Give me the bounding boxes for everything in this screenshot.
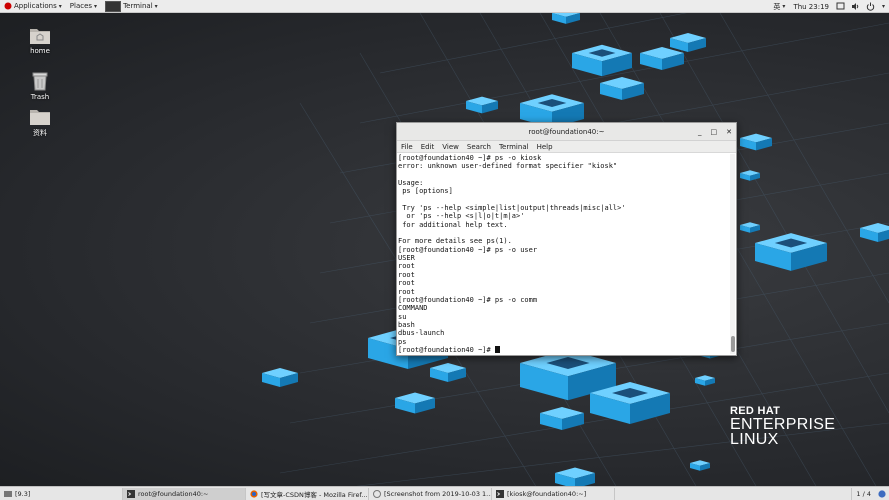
logo-line: LINUX bbox=[730, 431, 779, 448]
close-icon[interactable]: ✕ bbox=[726, 128, 732, 136]
terminal-icon bbox=[127, 489, 135, 498]
terminal-line: [root@foundation40 ~]# ps -o kiosk bbox=[398, 154, 542, 162]
terminal-prompt: [root@foundation40 ~]# bbox=[398, 345, 495, 354]
terminal-prompt-line: [root@foundation40 ~]# bbox=[398, 345, 728, 354]
active-app-menu[interactable]: Terminal ▾ bbox=[101, 0, 162, 13]
terminal-line: root bbox=[398, 279, 415, 288]
system-menu[interactable]: ▾ bbox=[878, 0, 889, 13]
chevron-down-icon: ▾ bbox=[881, 3, 885, 10]
top-panel: Applications ▾ Places ▾ Terminal ▾ 英 ▾ T… bbox=[0, 0, 889, 13]
applications-label: Applications bbox=[14, 2, 57, 10]
chevron-down-icon: ▾ bbox=[58, 2, 62, 10]
taskbar-item-label: [9.3] bbox=[15, 489, 31, 498]
terminal-line: Try 'ps --help <simple|list|output|threa… bbox=[398, 204, 626, 213]
taskbar-item[interactable]: root@foundation40:~ bbox=[123, 487, 246, 500]
window-list-panel: [9.3] root@foundation40:~ [写文章-CSDN博客 - … bbox=[0, 486, 889, 500]
menu-terminal[interactable]: Terminal bbox=[499, 143, 529, 151]
menu-edit[interactable]: Edit bbox=[421, 143, 435, 151]
screenshot-icon bbox=[373, 489, 381, 498]
taskbar-item[interactable]: [Screenshot from 2019-10-03 1... bbox=[369, 487, 492, 500]
taskbar-item-label: [kiosk@foundation40:~] bbox=[507, 489, 587, 498]
home-folder-icon bbox=[30, 29, 50, 44]
terminal-icon bbox=[496, 489, 504, 498]
minimize-icon[interactable]: _ bbox=[698, 128, 702, 136]
terminal-line: COMMAND bbox=[398, 304, 428, 313]
redhat-icon bbox=[4, 2, 12, 10]
desktop-icon-folder[interactable]: 资料 bbox=[20, 108, 60, 138]
clock[interactable]: Thu 23:19 bbox=[789, 0, 833, 13]
taskbar-item[interactable]: [写文章-CSDN博客 - Mozilla Firef... bbox=[246, 487, 369, 500]
workspace-label: 1 / 4 bbox=[856, 489, 871, 498]
places-menu[interactable]: Places ▾ bbox=[66, 0, 101, 13]
volume-icon[interactable] bbox=[851, 2, 860, 11]
menu-search[interactable]: Search bbox=[467, 143, 491, 151]
firefox-icon bbox=[250, 489, 258, 498]
text-cursor bbox=[494, 345, 500, 353]
chevron-down-icon: ▾ bbox=[782, 3, 786, 10]
trash-icon bbox=[32, 72, 48, 91]
notification-button[interactable] bbox=[875, 488, 889, 500]
scrollbar[interactable] bbox=[730, 154, 735, 354]
terminal-menubar: File Edit View Search Terminal Help bbox=[397, 141, 736, 153]
desktop-icon-trash[interactable]: Trash bbox=[20, 71, 60, 101]
terminal-line: ps bbox=[398, 337, 407, 346]
scrollbar-thumb[interactable] bbox=[731, 336, 735, 352]
places-label: Places bbox=[69, 2, 93, 10]
terminal-line: root bbox=[398, 270, 415, 279]
terminal-line: error: unknown user-defined format speci… bbox=[398, 162, 618, 171]
image-viewer-icon bbox=[4, 490, 12, 497]
applications-menu[interactable]: Applications ▾ bbox=[0, 0, 66, 13]
screen-icon[interactable] bbox=[836, 2, 845, 11]
terminal-line: dbus-launch bbox=[398, 329, 445, 338]
terminal-line: For more details see ps(1). bbox=[398, 237, 512, 246]
taskbar-item-label: [Screenshot from 2019-10-03 1... bbox=[384, 489, 492, 498]
taskbar-item[interactable]: [9.3] bbox=[0, 487, 123, 500]
menu-help[interactable]: Help bbox=[537, 143, 553, 151]
terminal-line: ps [options] bbox=[398, 187, 453, 196]
terminal-line: Usage: bbox=[398, 179, 424, 188]
terminal-window[interactable]: root@foundation40:~ _ □ ✕ File Edit View… bbox=[396, 122, 737, 356]
terminal-line: or 'ps --help <s|l|o|t|m|a>' bbox=[398, 212, 525, 221]
maximize-icon[interactable]: □ bbox=[711, 128, 718, 136]
power-icon[interactable] bbox=[866, 2, 875, 11]
terminal-line: root bbox=[398, 262, 415, 271]
clock-label: Thu 23:19 bbox=[793, 2, 829, 11]
window-title: root@foundation40:~ bbox=[528, 127, 605, 136]
terminal-line: [root@foundation40 ~]# ps -o comm bbox=[398, 295, 538, 304]
terminal-line: bash bbox=[398, 320, 415, 329]
desktop-icon-label: Trash bbox=[30, 93, 50, 101]
terminal-line: for additional help text. bbox=[398, 220, 508, 229]
desktop-icon-home[interactable]: home bbox=[20, 25, 60, 55]
desktop-icon-label: home bbox=[30, 47, 50, 55]
terminal-app-icon bbox=[105, 0, 122, 12]
workspace-switcher[interactable]: 1 / 4 bbox=[851, 487, 875, 500]
chevron-down-icon: ▾ bbox=[154, 2, 158, 10]
terminal-line: USER bbox=[398, 254, 415, 263]
menu-view[interactable]: View bbox=[442, 143, 459, 151]
redhat-enterprise-linux-logo: RED HAT ENTERPRISE LINUX bbox=[730, 405, 836, 448]
window-titlebar[interactable]: root@foundation40:~ _ □ ✕ bbox=[397, 123, 736, 141]
desktop-icon-label: 资料 bbox=[33, 129, 47, 137]
taskbar-item-label: root@foundation40:~ bbox=[138, 489, 209, 498]
chevron-down-icon: ▾ bbox=[94, 2, 98, 10]
terminal-line: su bbox=[398, 312, 407, 321]
input-method-label: 英 bbox=[773, 2, 781, 11]
logo-line: ENTERPRISE bbox=[730, 416, 836, 433]
taskbar-item-label: [写文章-CSDN博客 - Mozilla Firef... bbox=[261, 490, 368, 499]
input-method-menu[interactable]: 英 ▾ bbox=[769, 0, 789, 13]
terminal-line: root bbox=[398, 287, 415, 296]
menu-file[interactable]: File bbox=[401, 143, 413, 151]
active-app-label: Terminal bbox=[123, 2, 153, 10]
terminal-output[interactable]: [root@foundation40 ~]# ps -o kiosk error:… bbox=[398, 154, 728, 355]
terminal-line: [root@foundation40 ~]# ps -o user bbox=[398, 245, 538, 254]
notification-icon bbox=[878, 489, 886, 498]
folder-icon bbox=[30, 110, 50, 125]
taskbar-item[interactable]: [kiosk@foundation40:~] bbox=[492, 487, 615, 500]
